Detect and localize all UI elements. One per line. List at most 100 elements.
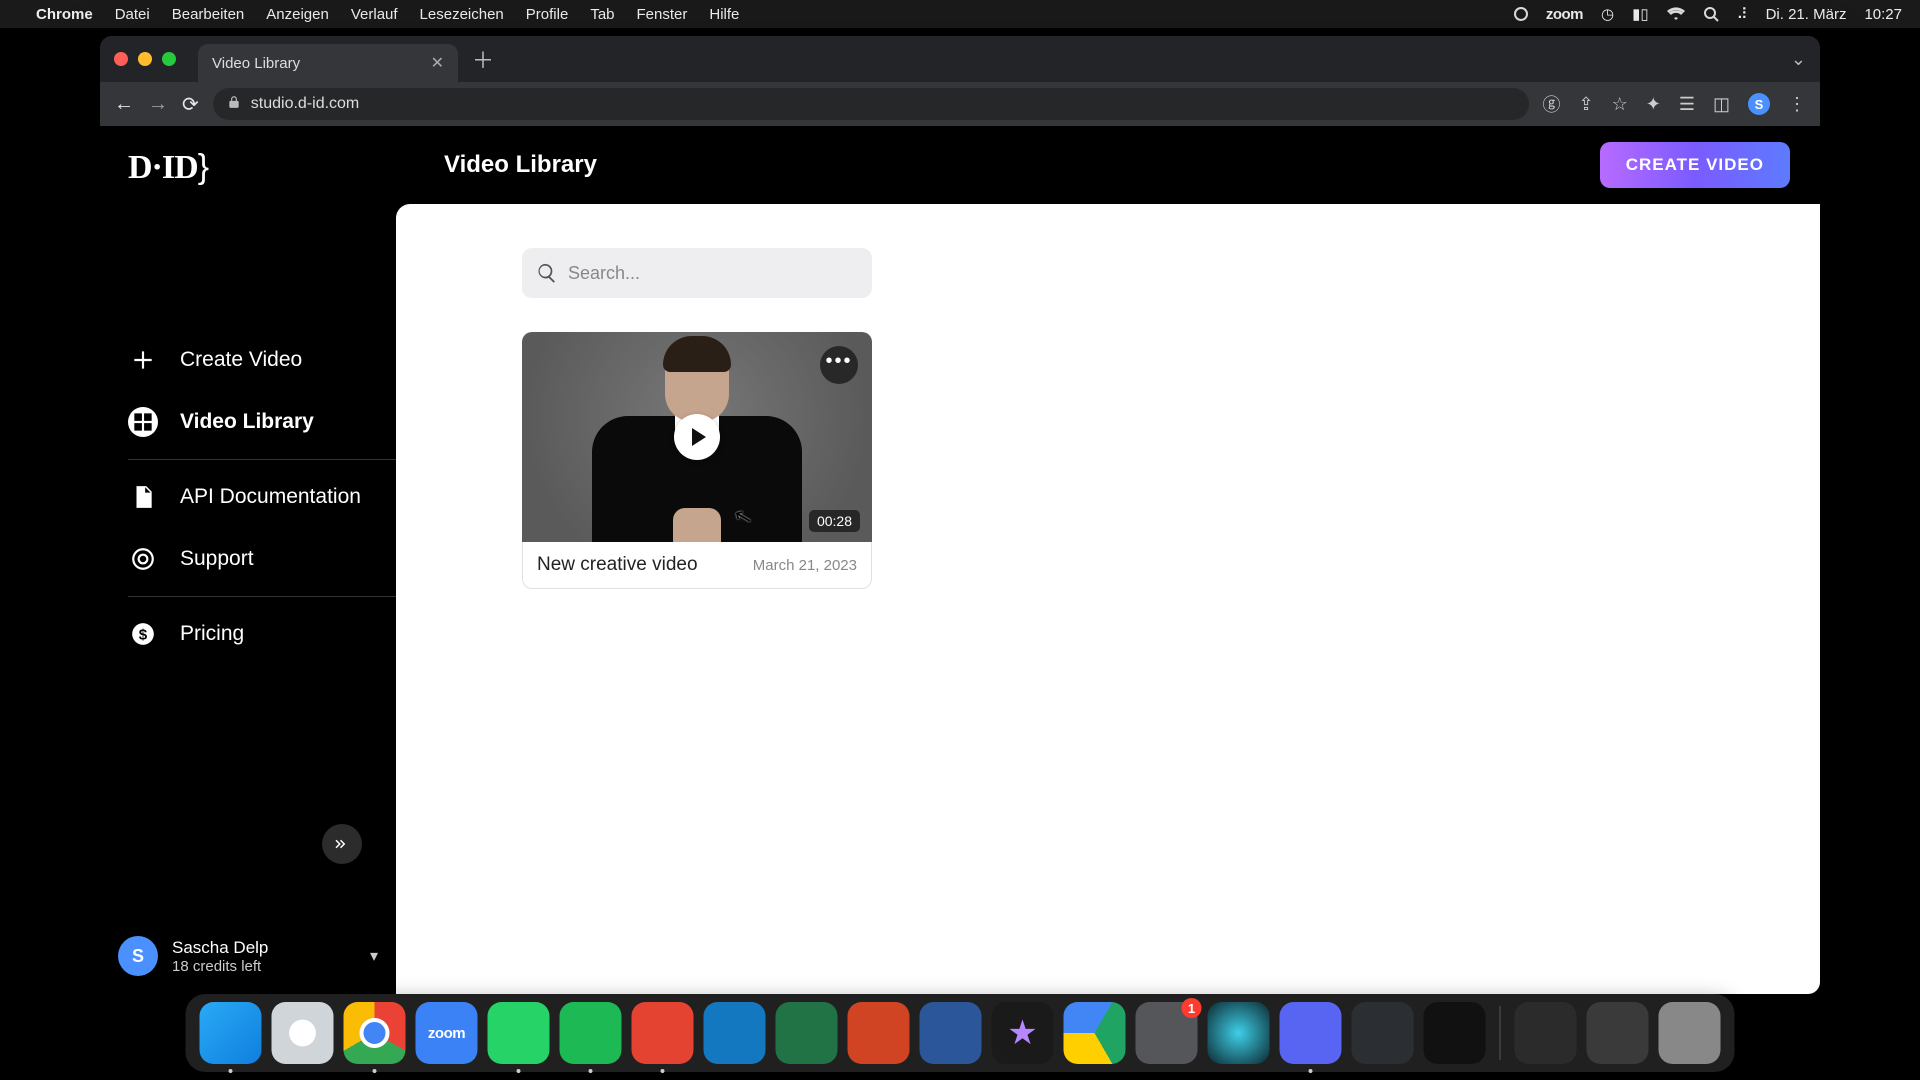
play-icon[interactable] [674,414,720,460]
dock-excel[interactable] [776,1002,838,1064]
browser-window: Video Library ✕ ＋ ⌄ ← → ⟳ studio.d-id.co… [100,36,1820,994]
app-viewport: D·ID} Create Video Video Library [100,126,1820,994]
app-topbar: Video Library CREATE VIDEO [396,126,1820,204]
dock-chrome[interactable] [344,1002,406,1064]
sidebar-item-label: Create Video [180,348,302,372]
sidebar-item-label: Video Library [180,410,314,434]
sidebar-item-api-docs[interactable]: API Documentation [100,466,396,528]
sidebar-item-support[interactable]: Support [100,528,396,590]
dock-word[interactable] [920,1002,982,1064]
tab-close-icon[interactable]: ✕ [431,53,444,73]
record-icon[interactable] [1514,7,1528,21]
search-box[interactable] [522,248,872,298]
dock-spotify[interactable] [560,1002,622,1064]
dock-quicktime[interactable] [1352,1002,1414,1064]
maximize-window-button[interactable] [162,52,176,66]
dock-trash[interactable] [1659,1002,1721,1064]
dock-siri[interactable] [1208,1002,1270,1064]
new-tab-button[interactable]: ＋ [472,43,494,75]
minimize-window-button[interactable] [138,52,152,66]
video-date: March 21, 2023 [753,557,857,574]
sidebar-item-video-library[interactable]: Video Library [100,391,396,453]
sidebar-item-create-video[interactable]: Create Video [100,329,396,391]
dock-system-settings[interactable]: 1 [1136,1002,1198,1064]
user-credits: 18 credits left [172,958,268,975]
dock-powerpoint[interactable] [848,1002,910,1064]
menubar-time[interactable]: 10:27 [1864,6,1902,23]
video-duration: 00:28 [809,510,860,532]
lifebuoy-icon [128,544,158,574]
menubar-item[interactable]: Datei [115,6,150,23]
bookmark-icon[interactable]: ☆ [1612,94,1628,115]
video-card[interactable]: ••• 00:28 New creative video March 21, 2… [522,332,872,589]
battery-icon[interactable]: ▮▯ [1632,5,1649,23]
menubar-left: Chrome Datei Bearbeiten Anzeigen Verlauf… [36,6,739,23]
clock-icon[interactable]: ◷ [1601,5,1614,23]
extensions-icon[interactable]: ✦ [1646,94,1661,115]
menubar-app-name[interactable]: Chrome [36,6,93,23]
wifi-icon[interactable] [1667,7,1685,21]
menubar-item[interactable]: Lesezeichen [420,6,504,23]
dock-mission-control[interactable] [1587,1002,1649,1064]
user-avatar: S [118,936,158,976]
dock-zoom[interactable]: zoom [416,1002,478,1064]
create-video-button[interactable]: CREATE VIDEO [1600,142,1790,188]
browser-tabstrip: Video Library ✕ ＋ ⌄ [100,36,1820,82]
sidebar-divider [128,459,396,460]
app-logo[interactable]: D·ID} [100,126,396,209]
video-title: New creative video [537,554,698,576]
chrome-menu-icon[interactable]: ⋮ [1788,94,1806,115]
user-name: Sascha Delp [172,938,268,958]
dock-discord[interactable] [1280,1002,1342,1064]
dock-imovie[interactable]: ★ [992,1002,1054,1064]
menubar-item[interactable]: Tab [590,6,614,23]
reload-button[interactable]: ⟳ [182,92,199,117]
reading-list-icon[interactable]: ☰ [1679,94,1695,115]
spotlight-icon[interactable] [1703,6,1719,22]
dock-whatsapp[interactable] [488,1002,550,1064]
dock-calculator[interactable] [1515,1002,1577,1064]
menubar-item[interactable]: Hilfe [709,6,739,23]
menubar-item[interactable]: Fenster [637,6,688,23]
content-area: ••• 00:28 New creative video March 21, 2… [396,204,1820,994]
forward-button[interactable]: → [148,93,168,116]
grid-icon [128,407,158,437]
dock-safari[interactable] [272,1002,334,1064]
sidepanel-icon[interactable]: ◫ [1713,94,1730,115]
video-thumbnail[interactable]: ••• 00:28 [522,332,872,542]
chrome-profile-button[interactable]: S [1748,93,1770,115]
lock-icon[interactable] [227,95,241,114]
dock-google-drive[interactable] [1064,1002,1126,1064]
share-icon[interactable]: ⇪ [1579,94,1594,115]
menubar-item[interactable]: Bearbeiten [172,6,245,23]
menubar-item[interactable]: Verlauf [351,6,398,23]
sidebar-collapse-button[interactable] [322,824,362,864]
close-window-button[interactable] [114,52,128,66]
control-center-icon[interactable]: ⠼ [1737,5,1748,23]
user-menu[interactable]: S Sascha Delp 18 credits left ▾ [118,936,378,976]
sidebar: D·ID} Create Video Video Library [100,126,396,994]
address-bar[interactable]: studio.d-id.com [213,88,1529,120]
notification-badge: 1 [1182,998,1202,1018]
menubar-item[interactable]: Anzeigen [266,6,329,23]
dock-finder[interactable] [200,1002,262,1064]
menubar-item[interactable]: Profile [526,6,569,23]
dock-voice-memos[interactable] [1424,1002,1486,1064]
back-button[interactable]: ← [114,93,134,116]
dock-todoist[interactable] [632,1002,694,1064]
zoom-status[interactable]: zoom [1546,6,1583,23]
macos-menubar: Chrome Datei Bearbeiten Anzeigen Verlauf… [0,0,1920,28]
google-lens-icon[interactable]: ⓖ [1543,91,1561,117]
menubar-date[interactable]: Di. 21. März [1766,6,1847,23]
video-options-button[interactable]: ••• [820,346,858,384]
video-meta: New creative video March 21, 2023 [522,542,872,589]
tab-overflow-button[interactable]: ⌄ [1791,49,1806,70]
sidebar-item-label: Support [180,547,254,571]
dock-trello[interactable] [704,1002,766,1064]
search-input[interactable] [568,263,858,284]
browser-tab[interactable]: Video Library ✕ [198,44,458,82]
page-title: Video Library [444,151,597,179]
document-icon [128,482,158,512]
menubar-right: zoom ◷ ▮▯ ⠼ Di. 21. März 10:27 [1514,5,1902,23]
sidebar-item-pricing[interactable]: $ Pricing [100,603,396,665]
